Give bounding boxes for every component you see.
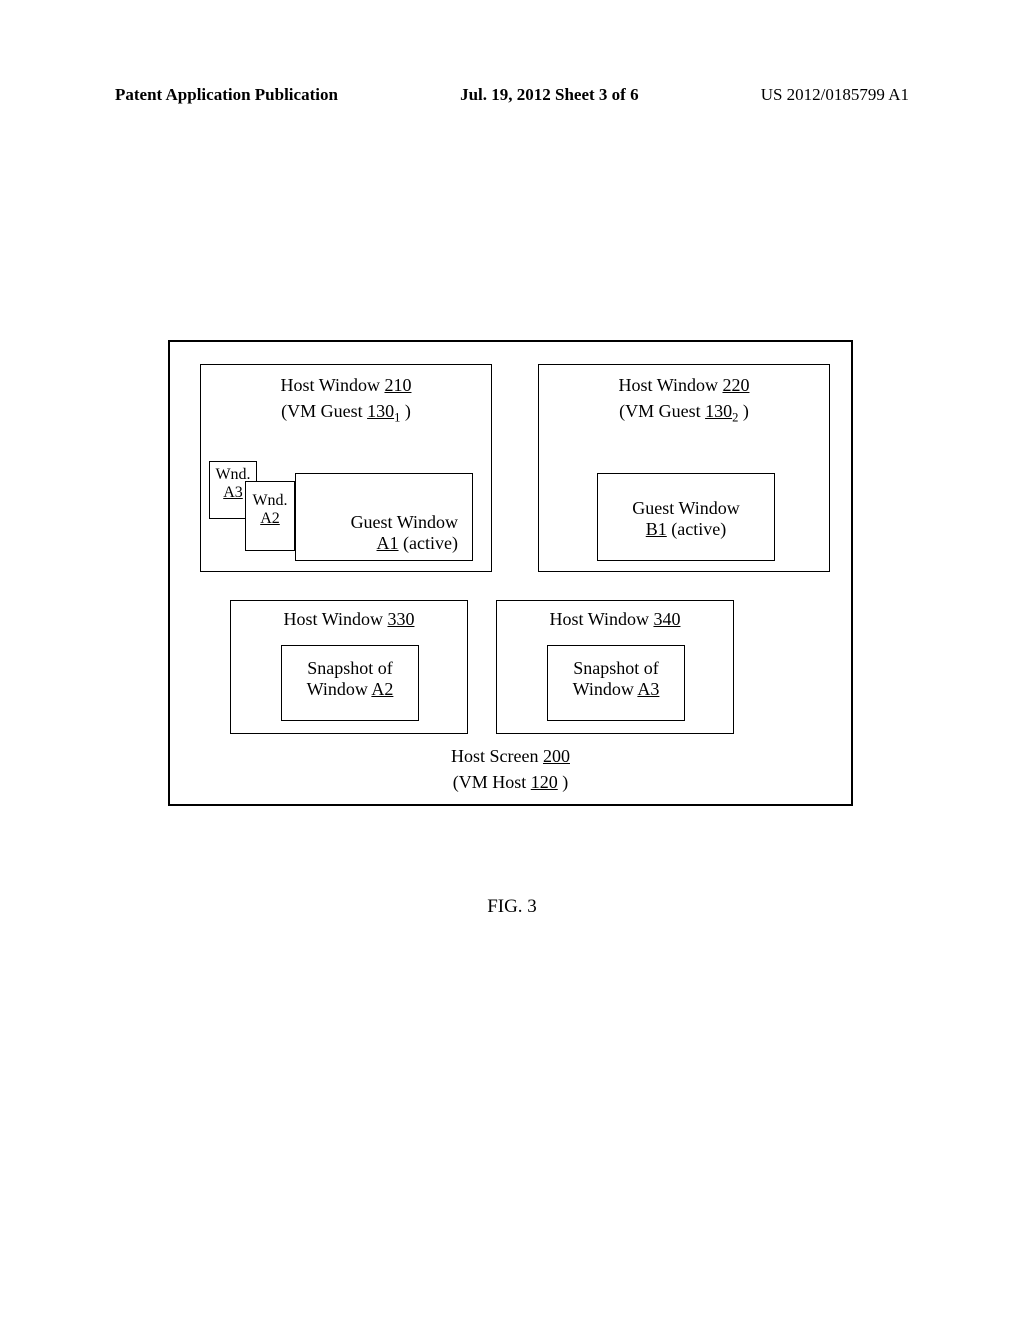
hw340-title-num: 340 <box>653 609 680 629</box>
guest-b1-num: B1 <box>646 519 667 539</box>
snapshot-a3-window-prefix: Window <box>573 679 638 699</box>
guest-window-a1: Guest Window A1 (active) <box>295 473 473 561</box>
hw210-sub-suffix: ) <box>400 401 411 421</box>
host-window-340: Host Window 340 Snapshot of Window A3 <box>496 600 734 734</box>
header-left: Patent Application Publication <box>115 85 338 105</box>
host-screen-sublabel-num: 120 <box>531 772 558 792</box>
snapshot-a2: Snapshot of Window A2 <box>281 645 419 721</box>
host-screen-sublabel-prefix: (VM Host <box>453 772 531 792</box>
snapshot-a3-num: A3 <box>637 679 659 699</box>
hw220-sub-prefix: (VM Guest <box>619 401 705 421</box>
hw210-sub-num: 130 <box>367 401 394 421</box>
hw210-sub-prefix: (VM Guest <box>281 401 367 421</box>
guest-a1-suffix: (active) <box>399 533 458 553</box>
host-screen-box: Host Window 210 (VM Guest 1301 ) Wnd. A3… <box>168 340 853 806</box>
host-screen-sublabel-suffix: ) <box>558 772 569 792</box>
hw220-sub-num: 130 <box>705 401 732 421</box>
hw330-title-prefix: Host Window <box>284 609 388 629</box>
hw210-subtitle: (VM Guest 1301 ) <box>201 401 491 426</box>
snapshot-a2-num: A2 <box>371 679 393 699</box>
guest-b1-prefix: Guest Window <box>632 498 739 518</box>
guest-a1-prefix: Guest Window <box>351 512 458 532</box>
host-window-210: Host Window 210 (VM Guest 1301 ) Wnd. A3… <box>200 364 492 572</box>
hw210-title: Host Window 210 <box>201 375 491 396</box>
figure-caption: FIG. 3 <box>0 896 1024 918</box>
wnd-a2-num: A2 <box>260 510 280 527</box>
hw210-title-num: 210 <box>384 375 411 395</box>
host-window-330: Host Window 330 Snapshot of Window A2 <box>230 600 468 734</box>
snapshot-a3-prefix: Snapshot of <box>573 658 659 678</box>
guest-b1-suffix: (active) <box>667 519 726 539</box>
header-center: Jul. 19, 2012 Sheet 3 of 6 <box>460 85 639 105</box>
hw220-title-num: 220 <box>722 375 749 395</box>
snapshot-a2-window-prefix: Window <box>307 679 372 699</box>
hw220-title: Host Window 220 <box>539 375 829 396</box>
hw220-subtitle: (VM Guest 1302 ) <box>539 401 829 426</box>
snapshot-a3: Snapshot of Window A3 <box>547 645 685 721</box>
host-screen-label-num: 200 <box>543 746 570 766</box>
hw210-title-prefix: Host Window <box>281 375 385 395</box>
wnd-a3-num: A3 <box>223 484 243 501</box>
guest-a1-num: A1 <box>377 533 399 553</box>
host-screen-label: Host Screen 200 <box>170 746 851 767</box>
host-screen-sublabel: (VM Host 120 ) <box>170 772 851 793</box>
hw330-title: Host Window 330 <box>231 609 467 630</box>
host-window-220: Host Window 220 (VM Guest 1302 ) Guest W… <box>538 364 830 572</box>
host-screen-label-prefix: Host Screen <box>451 746 543 766</box>
hw340-title-prefix: Host Window <box>550 609 654 629</box>
hw330-title-num: 330 <box>387 609 414 629</box>
hw220-sub-suffix: ) <box>738 401 749 421</box>
hw220-title-prefix: Host Window <box>619 375 723 395</box>
wnd-a2: Wnd. A2 <box>245 481 295 551</box>
guest-window-b1: Guest Window B1 (active) <box>597 473 775 561</box>
hw340-title: Host Window 340 <box>497 609 733 630</box>
snapshot-a2-prefix: Snapshot of <box>307 658 393 678</box>
header-right: US 2012/0185799 A1 <box>761 85 909 105</box>
wnd-a2-prefix: Wnd. <box>252 492 287 509</box>
page-header: Patent Application Publication Jul. 19, … <box>115 85 909 105</box>
